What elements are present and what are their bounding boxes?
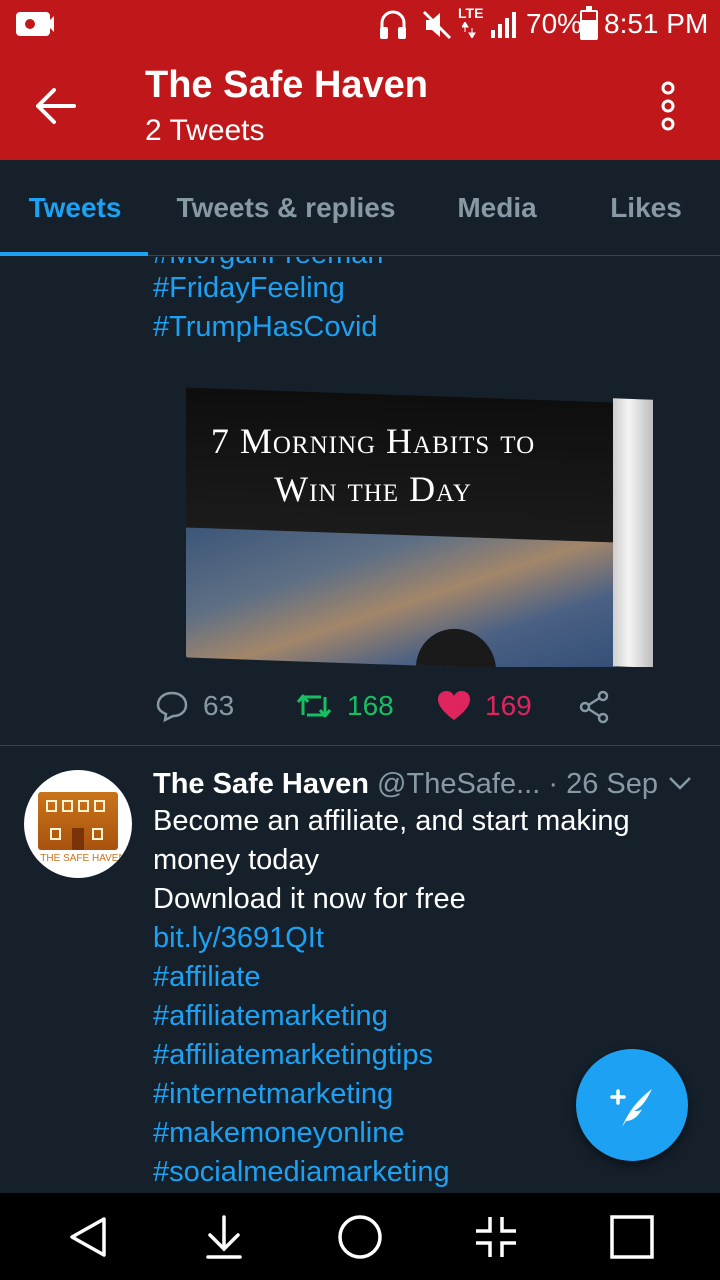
hashtag-link[interactable]: #affiliatemarketing [153,997,673,1036]
nav-recents-icon[interactable] [608,1213,656,1261]
retweet-icon [296,694,332,718]
building-logo [38,792,118,850]
system-nav-bar [0,1193,720,1280]
clock: 8:51 PM [604,8,709,39]
book-title-line1: 7 Morning Habits to [210,421,536,461]
tweet-count: 2 Tweets [145,114,265,147]
author-handle[interactable]: @TheSafe... [377,768,540,800]
tweet-header: The Safe Haven @TheSafe... · 26 Sep [153,762,673,806]
tab-tweets-and-replies[interactable]: Tweets & replies [150,160,422,256]
share-icon[interactable] [577,690,611,724]
more-vertical-icon[interactable] [652,80,684,132]
retweet-button[interactable]: 168 [295,682,394,730]
nav-home-icon[interactable] [336,1213,384,1261]
tweet-text-line: Download it now for free [153,883,466,915]
tweet-text-line: money today [153,844,320,876]
book-title-line2: Win the Day [274,469,472,509]
chevron-down-icon[interactable] [668,775,692,791]
reply-count: 63 [203,690,235,721]
back-arrow-icon[interactable] [28,82,84,130]
video-camera-lens-icon [46,16,54,32]
compose-tweet-icon [610,1089,652,1127]
avatar[interactable]: THE SAFE HAVEN [24,770,132,878]
retweet-count: 168 [347,690,394,721]
nav-download-icon[interactable] [200,1213,248,1261]
like-count: 169 [485,690,532,721]
like-button[interactable]: 169 [437,682,532,730]
tweet-date: 26 Sep [566,768,659,800]
tweet-actions: 63 168 169 [155,682,695,730]
headphones-icon [380,10,406,39]
video-camera-icon [16,12,50,36]
compose-tweet-button[interactable] [576,1049,688,1161]
profile-tabs: Tweets Tweets & replies Media Likes [0,160,720,256]
hashtag-link[interactable]: #TrumpHasCovid [153,308,378,347]
nav-back-icon[interactable] [66,1213,114,1261]
hashtag-link[interactable]: #affiliate [153,958,673,997]
tweet1-hashtags: #FridayFeeling #TrumpHasCovid [153,269,378,347]
tweet-image[interactable]: 7 Morning Habits to Win the Day [153,377,693,667]
tab-likes[interactable]: Likes [572,160,720,256]
mute-icon [422,10,452,40]
tweet-text-line: Become an affiliate, and start making [153,805,630,837]
page-title: The Safe Haven [145,64,428,106]
author-name[interactable]: The Safe Haven [153,768,369,800]
tab-tweets[interactable]: Tweets [0,160,150,256]
reply-icon [156,691,188,723]
separator-dot: · [548,768,559,800]
tab-media[interactable]: Media [422,160,572,256]
data-arrows-icon [462,22,476,38]
short-link[interactable]: bit.ly/3691QIt [153,919,673,958]
app-bar: The Safe Haven 2 Tweets [0,52,720,160]
nav-fullscreen-icon[interactable] [472,1213,520,1261]
book-pages [613,398,653,667]
battery-percent: 70% [526,8,583,39]
active-tab-indicator [0,252,148,256]
signal-icon [491,12,516,38]
heart-icon [438,691,470,720]
lte-label: LTE [458,5,484,21]
book-title: 7 Morning Habits to Win the Day [203,417,543,513]
status-bar: LTE 70% 8:51 PM [0,0,720,52]
tweet-divider [0,745,720,746]
battery-icon [580,6,598,40]
reply-button[interactable]: 63 [155,682,234,730]
hashtag-link[interactable]: #FridayFeeling [153,269,378,308]
avatar-logo-text: THE SAFE HAVEN [40,853,126,864]
